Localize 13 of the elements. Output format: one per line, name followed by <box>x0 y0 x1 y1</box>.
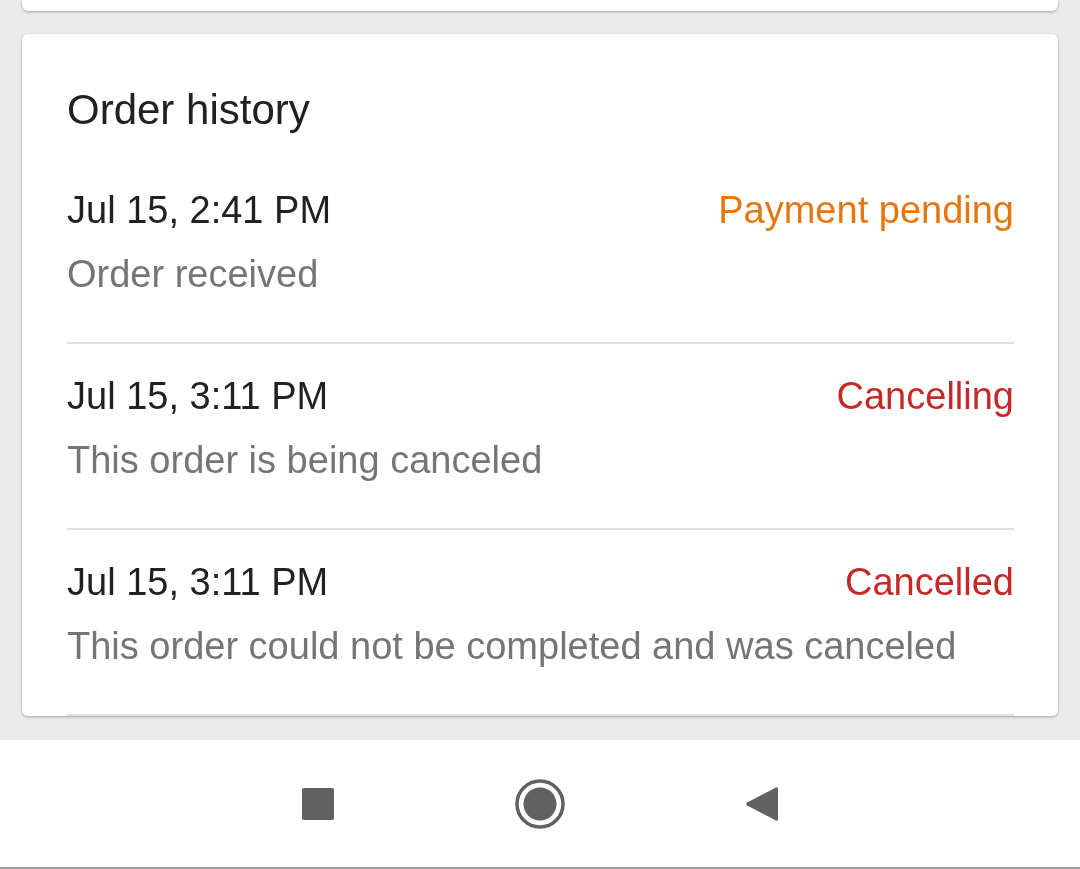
square-icon <box>302 787 334 820</box>
ring-icon <box>515 778 565 829</box>
order-time: Jul 15, 3:11 PM <box>67 374 329 418</box>
status-description: This order is being canceled <box>67 438 543 482</box>
order-time: Jul 15, 2:41 PM <box>67 188 332 232</box>
triangle-icon <box>745 785 779 822</box>
status-description: This order could not be completed and was canceled <box>67 624 957 668</box>
order-time: Jul 15, 3:11 PM <box>67 560 329 604</box>
status-description: Order received <box>67 252 319 296</box>
order-status: Cancelled <box>845 560 1014 604</box>
order-status: Cancelling <box>836 374 1014 418</box>
card-title: Order history <box>67 85 310 135</box>
order-status: Payment pending <box>718 188 1014 232</box>
